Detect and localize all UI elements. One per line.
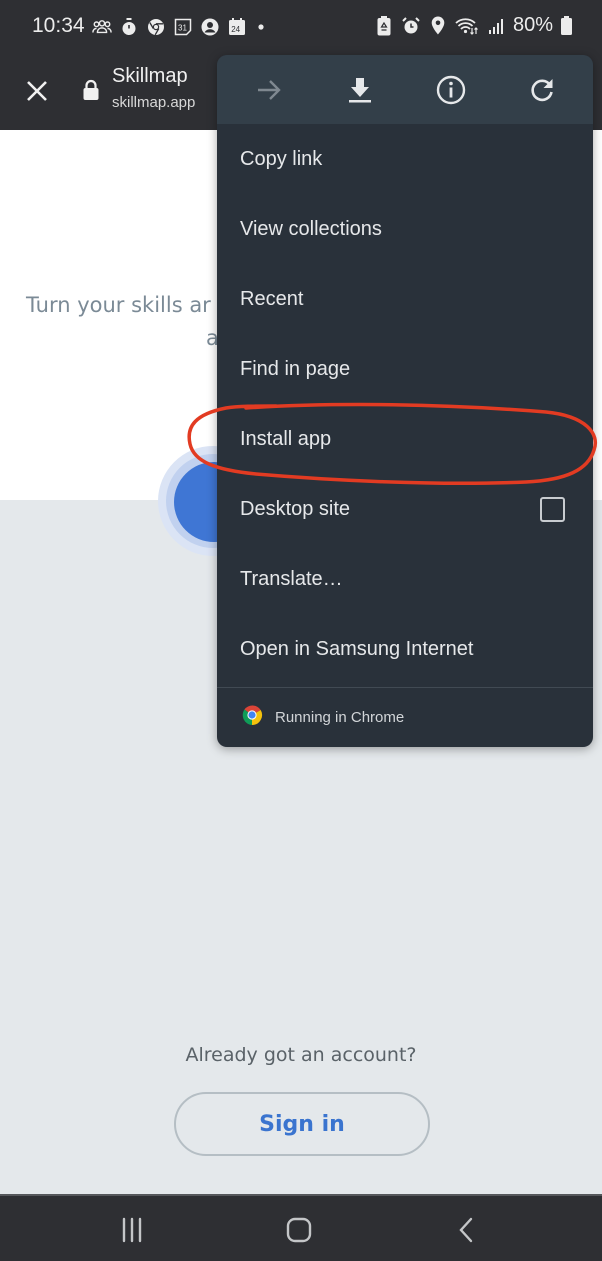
site-url[interactable]: skillmap.app	[112, 94, 195, 111]
menu-item-label: Copy link	[240, 147, 323, 170]
close-button[interactable]	[22, 76, 52, 106]
dot-icon	[254, 17, 268, 37]
notification-icons: 31 24	[92, 17, 268, 37]
timer-icon	[119, 17, 139, 37]
people-icon	[92, 17, 112, 37]
recents-button[interactable]	[112, 1212, 152, 1248]
menu-item-label: Find in page	[240, 357, 351, 380]
menu-item-recent[interactable]: Recent	[217, 264, 593, 334]
back-button[interactable]	[447, 1212, 487, 1248]
page-info-button[interactable]	[427, 66, 475, 114]
system-nav-bar	[0, 1194, 602, 1261]
tagline: Turn your skills ar	[26, 293, 211, 317]
menu-item-find-in-page[interactable]: Find in page	[217, 334, 593, 404]
chrome-icon	[146, 17, 166, 37]
menu-item-label: Open in Samsung Internet	[240, 637, 474, 660]
close-icon	[27, 81, 47, 101]
alarm-icon	[401, 16, 421, 36]
home-button[interactable]	[279, 1212, 319, 1248]
lock-icon[interactable]	[82, 78, 100, 102]
forward-arrow-icon	[257, 79, 281, 100]
calendar-24-icon: 24	[227, 17, 247, 37]
already-account-text: Already got an account?	[185, 1044, 417, 1066]
svg-text:24: 24	[231, 25, 240, 34]
system-icons: 80%	[374, 14, 572, 37]
menu-item-desktop-site[interactable]: Desktop site	[217, 474, 593, 544]
sign-in-button[interactable]: Sign in	[174, 1092, 430, 1156]
wifi-icon	[455, 16, 479, 36]
battery-percent: 80%	[512, 14, 553, 36]
menu-item-label: Translate…	[240, 567, 343, 590]
menu-item-view-collections[interactable]: View collections	[217, 194, 593, 264]
menu-item-label: Recent	[240, 287, 304, 310]
download-icon	[348, 77, 371, 102]
download-button[interactable]	[336, 66, 384, 114]
menu-item-label: Desktop site	[240, 497, 351, 520]
status-bar: 10:34 31 24 80%	[0, 0, 602, 56]
recents-icon	[122, 1217, 142, 1243]
menu-action-bar	[217, 55, 593, 124]
reload-button[interactable]	[518, 66, 566, 114]
menu-item-label: Install app	[240, 427, 332, 450]
battery-icon	[560, 16, 572, 36]
location-icon	[428, 16, 448, 36]
menu-item-copy-link[interactable]: Copy link	[217, 124, 593, 194]
running-in-chrome-text: Running in Chrome	[275, 708, 405, 726]
overflow-menu: Copy link View collections Recent Find i…	[217, 55, 593, 747]
account-icon	[200, 17, 220, 37]
battery-saver-icon	[374, 15, 394, 36]
back-icon	[459, 1217, 473, 1243]
calendar-31-icon: 31	[173, 17, 193, 37]
desktop-site-checkbox[interactable]	[540, 496, 565, 522]
home-icon	[286, 1217, 312, 1243]
signal-icon	[486, 16, 506, 36]
menu-footer: Running in Chrome	[217, 688, 593, 746]
menu-item-open-in-samsung-internet[interactable]: Open in Samsung Internet	[217, 614, 593, 684]
menu-item-install-app[interactable]: Install app	[217, 404, 593, 474]
forward-button[interactable]	[245, 66, 293, 114]
svg-text:31: 31	[178, 24, 187, 33]
menu-item-label: View collections	[240, 217, 382, 240]
site-title: Skillmap	[112, 65, 188, 87]
info-icon	[436, 75, 465, 104]
menu-item-translate[interactable]: Translate…	[217, 544, 593, 614]
chrome-logo-icon	[241, 704, 263, 730]
status-time: 10:34	[32, 14, 85, 37]
reload-icon	[530, 78, 553, 101]
